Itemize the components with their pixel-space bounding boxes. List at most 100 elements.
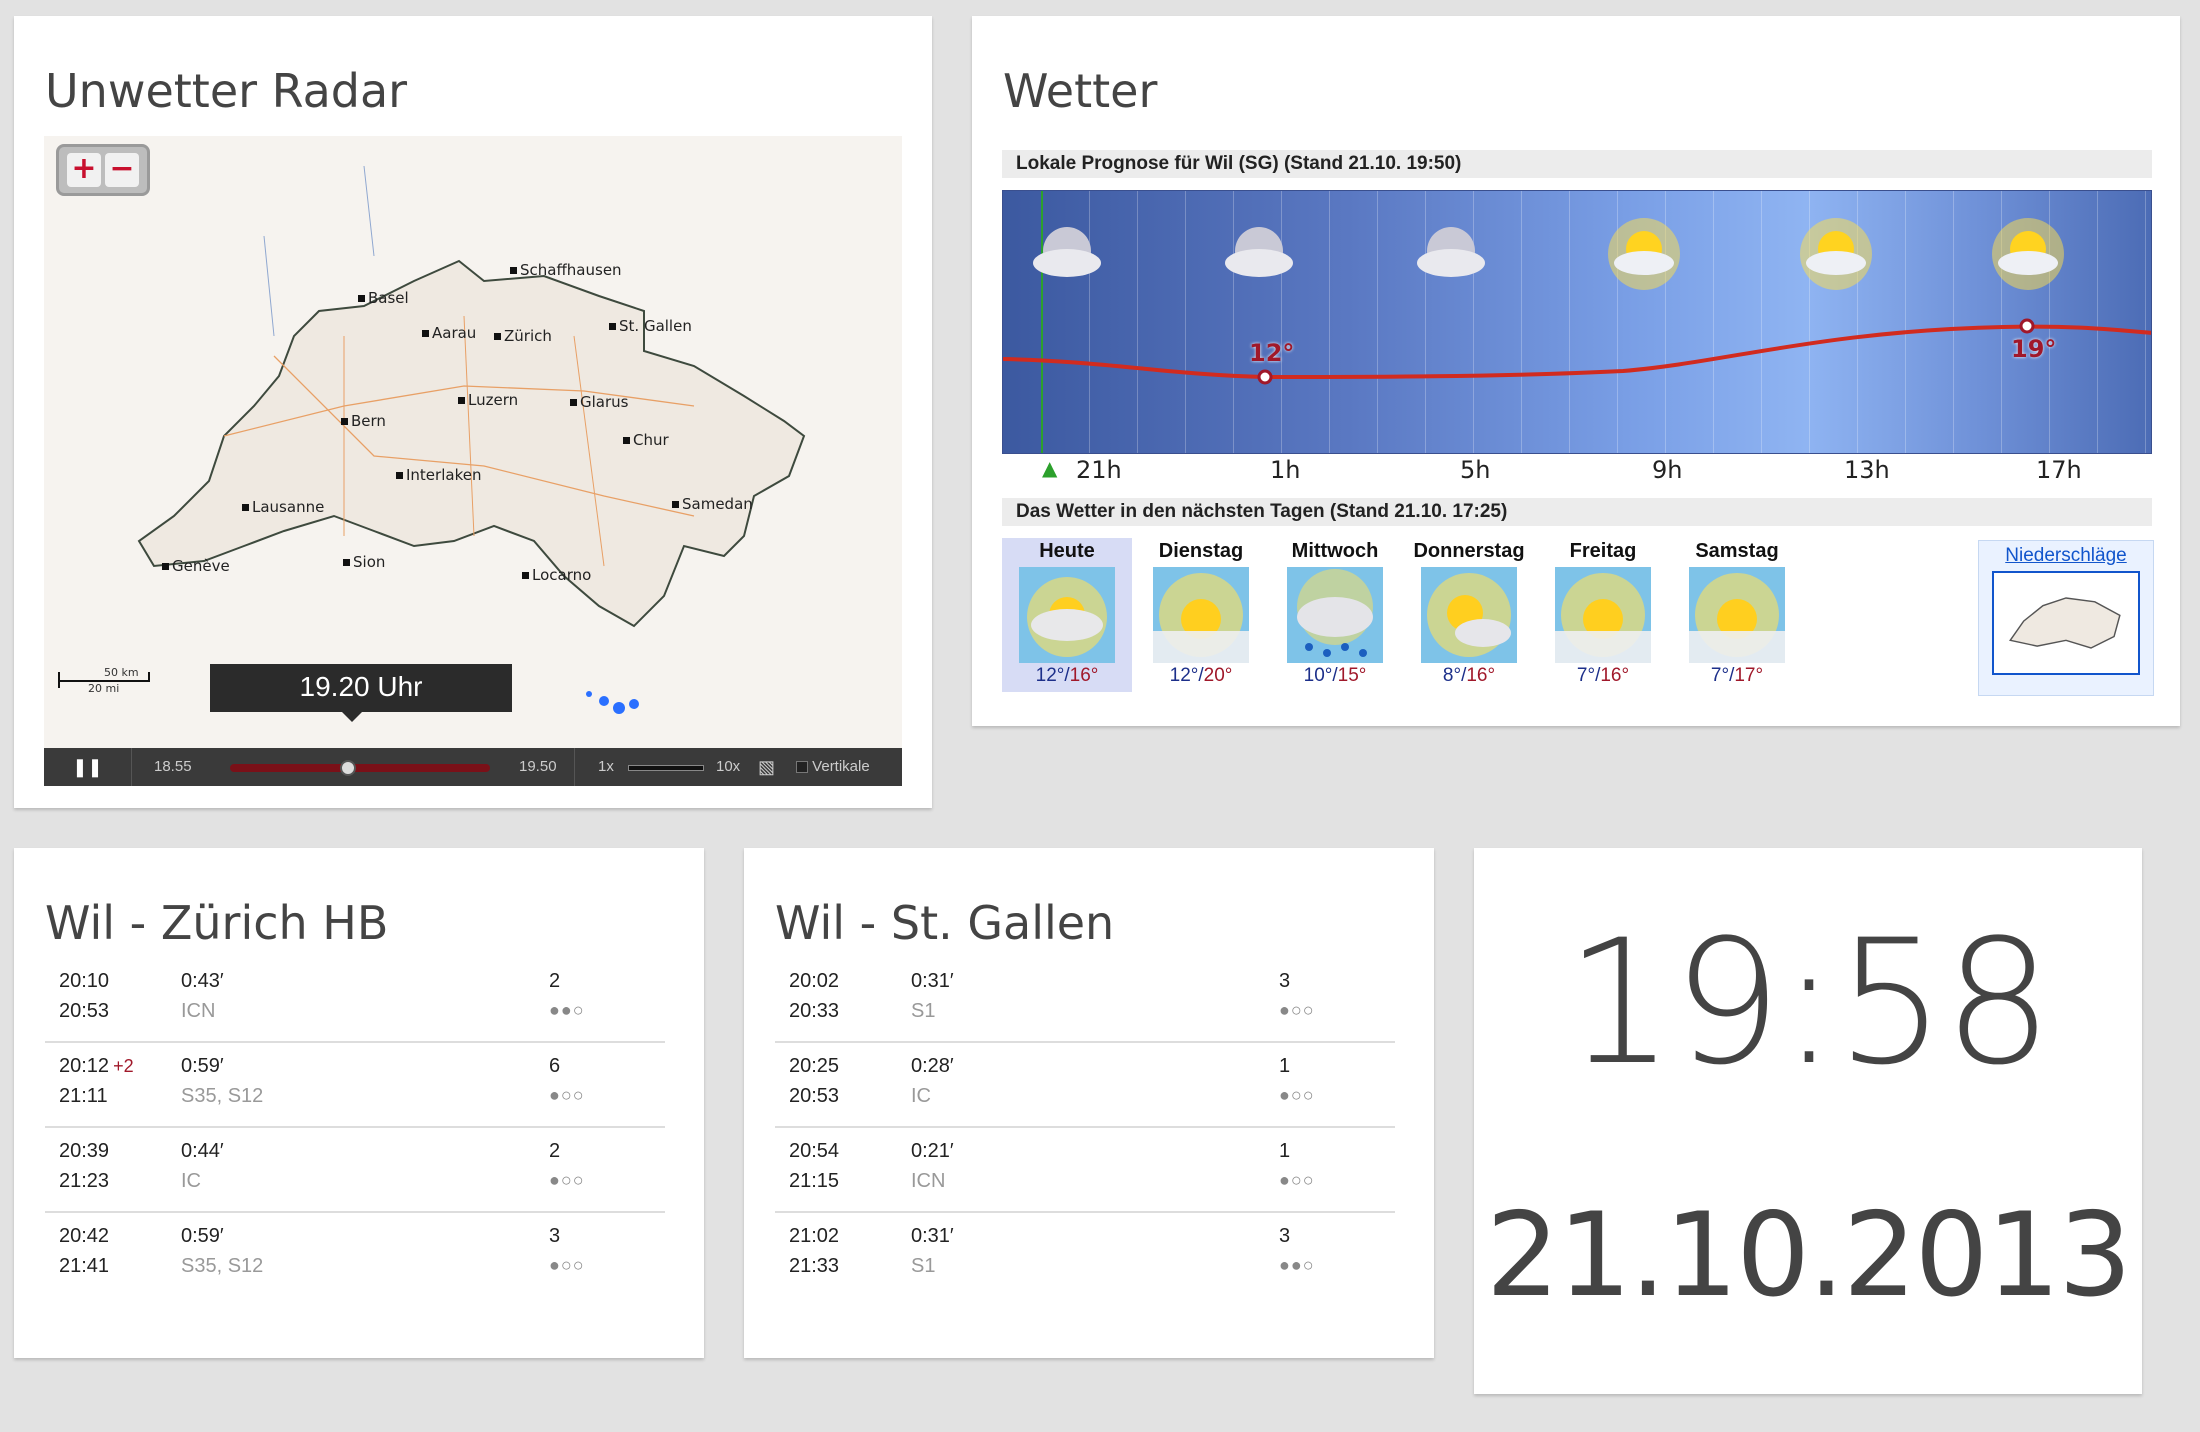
- day-high: 17°: [1734, 665, 1764, 686]
- time-slider-handle[interactable]: [340, 760, 356, 776]
- start-time: 18.55: [154, 758, 192, 775]
- day-temp: 10°/15°: [1303, 665, 1367, 686]
- day-temp: 7°/16°: [1576, 665, 1630, 686]
- connection-row[interactable]: 20:42 21:41 0:59′ S35, S12 3 ●○○: [45, 1213, 665, 1298]
- speed-slider[interactable]: [628, 765, 704, 771]
- departure-time: 20:25: [789, 1055, 840, 1077]
- day-temp: 12°/16°: [1035, 665, 1099, 686]
- checkbox-icon: [796, 761, 808, 774]
- city-label: Locarno: [522, 566, 591, 584]
- arrival-time: 21:23: [59, 1170, 110, 1192]
- departure-time: 20:42: [59, 1225, 109, 1248]
- connection-row[interactable]: 21:02 21:33 0:31′ S1 3 ●●○: [775, 1213, 1395, 1298]
- day-name: Mittwoch: [1291, 540, 1379, 562]
- connection-list: 20:10 20:53 0:43′ ICN 2 ●●○ 20:12 +2 21:1…: [45, 958, 665, 1298]
- departure-time: 20:10: [59, 970, 109, 993]
- city-label: Chur: [623, 431, 669, 449]
- scale-km: 50 km: [104, 666, 139, 679]
- city-label: Interlaken: [396, 466, 481, 484]
- city-label: Glarus: [570, 393, 628, 411]
- connection-list: 20:02 20:33 0:31′ S1 3 ●○○ 20:25 20:53 0…: [775, 958, 1395, 1298]
- forecast-chart: 12° 19°: [1002, 190, 2152, 454]
- day-low: 7°: [1576, 665, 1596, 686]
- day-temp: 12°/20°: [1169, 665, 1233, 686]
- day-temp: 7°/17°: [1710, 665, 1764, 686]
- departure-time: 21:02: [789, 1225, 840, 1247]
- pause-button[interactable]: ❚❚: [44, 748, 132, 786]
- train-lines: IC: [181, 1170, 201, 1192]
- connection-row[interactable]: 20:12 +2 21:11 0:59′ S35, S12 6 ●○○: [45, 1043, 665, 1128]
- connection-row[interactable]: 20:54 21:15 0:21′ ICN 1 ●○○: [775, 1128, 1395, 1213]
- occupancy-indicator: ●○○: [549, 1170, 585, 1190]
- changes-count: 1: [1279, 1055, 1291, 1077]
- hour-label: 17h: [2036, 456, 2082, 484]
- vertical-toggle[interactable]: Vertikale: [796, 748, 870, 786]
- time-slider[interactable]: [230, 764, 490, 772]
- departure-value: 20:42: [59, 1225, 110, 1247]
- changes-count: 6: [549, 1055, 561, 1077]
- forecast-hours: ▲ 21h 1h 5h 9h 13h 17h: [1002, 456, 2152, 490]
- radar-title: Unwetter Radar: [45, 64, 408, 118]
- delay-badge: +2: [113, 1056, 134, 1076]
- arrival-time: 21:15: [789, 1170, 840, 1192]
- changes-count: 2: [549, 1140, 561, 1162]
- changes-count: 3: [549, 1225, 561, 1247]
- train-lines: S35, S12: [181, 1255, 264, 1277]
- day-name: Donnerstag: [1413, 540, 1525, 562]
- connection-row[interactable]: 20:25 20:53 0:28′ IC 1 ●○○: [775, 1043, 1395, 1128]
- scale-mi: 20 mi: [88, 682, 120, 695]
- hour-label: 9h: [1652, 456, 1683, 484]
- day-forecast-saturday[interactable]: Samstag 7°/17°: [1672, 538, 1802, 692]
- cloud-sun-icon: [1019, 567, 1115, 663]
- departure-time: 20:39: [59, 1140, 109, 1163]
- city-label: Lausanne: [242, 498, 324, 516]
- day-forecast-wednesday[interactable]: Mittwoch 10°/15°: [1270, 538, 1400, 692]
- train-lines: ICN: [181, 1000, 216, 1022]
- current-date: 21.10.2013: [1485, 1188, 2132, 1323]
- now-arrow-icon: ▲: [1042, 456, 1058, 480]
- hour-label: 1h: [1270, 456, 1301, 484]
- arrival-time: 20:53: [59, 1000, 110, 1022]
- speed-max: 10x: [716, 758, 741, 775]
- weather-card: Wetter Lokale Prognose für Wil (SG) (Sta…: [972, 16, 2180, 726]
- connection-row[interactable]: 20:10 20:53 0:43′ ICN 2 ●●○: [45, 958, 665, 1043]
- day-name: Heute: [1039, 540, 1095, 562]
- day-forecast-today[interactable]: Heute 12°/16°: [1002, 538, 1132, 692]
- departure-time: 20:02: [789, 970, 840, 992]
- departure-time: 20:54: [789, 1140, 840, 1162]
- vertical-label: Vertikale: [812, 758, 870, 775]
- temp-min-label: 12°: [1249, 339, 1295, 367]
- divider: [574, 748, 575, 786]
- arrival-time: 21:33: [789, 1255, 840, 1277]
- city-label: Basel: [358, 289, 409, 307]
- day-high: 16°: [1600, 665, 1630, 686]
- precipitation-panel: Niederschläge: [1978, 540, 2154, 696]
- sun-icon: [1555, 567, 1651, 663]
- day-name: Samstag: [1695, 540, 1779, 562]
- train-lines: S1: [911, 1000, 936, 1022]
- changes-count: 3: [1279, 970, 1291, 992]
- connection-row[interactable]: 20:02 20:33 0:31′ S1 3 ●○○: [775, 958, 1395, 1043]
- layer-toggle-icon[interactable]: ▧: [758, 748, 775, 786]
- departure-time: 20:12 +2: [59, 1055, 134, 1078]
- precipitation-map-thumbnail[interactable]: [1992, 571, 2140, 675]
- city-label: Aarau: [422, 324, 476, 342]
- day-forecast-tuesday[interactable]: Dienstag 12°/20°: [1136, 538, 1266, 692]
- zoom-out-button[interactable]: −: [105, 153, 139, 187]
- temp-max-label: 19°: [2011, 335, 2057, 363]
- day-forecast-thursday[interactable]: Donnerstag 8°/16°: [1404, 538, 1534, 692]
- hour-label: 21h: [1076, 456, 1122, 484]
- departure-value: 20:12: [59, 1055, 110, 1077]
- train-card-stgallen: Wil - St. Gallen 20:02 20:33 0:31′ S1 3 …: [744, 848, 1434, 1358]
- radar-map[interactable]: + − Schaffhausen Basel Aarau Zürich St. …: [44, 136, 902, 786]
- arrival-time: 21:41: [59, 1255, 110, 1277]
- forecast-header: Lokale Prognose für Wil (SG) (Stand 21.1…: [1002, 150, 2152, 178]
- zoom-in-button[interactable]: +: [67, 153, 101, 187]
- connection-row[interactable]: 20:39 21:23 0:44′ IC 2 ●○○: [45, 1128, 665, 1213]
- day-forecast-friday[interactable]: Freitag 7°/16°: [1538, 538, 1668, 692]
- precipitation-link[interactable]: Niederschläge: [1979, 545, 2153, 567]
- arrival-time: 21:11: [59, 1085, 108, 1107]
- hour-label: 5h: [1460, 456, 1491, 484]
- pause-icon: ❚❚: [72, 757, 103, 777]
- sun-icon: [1689, 567, 1785, 663]
